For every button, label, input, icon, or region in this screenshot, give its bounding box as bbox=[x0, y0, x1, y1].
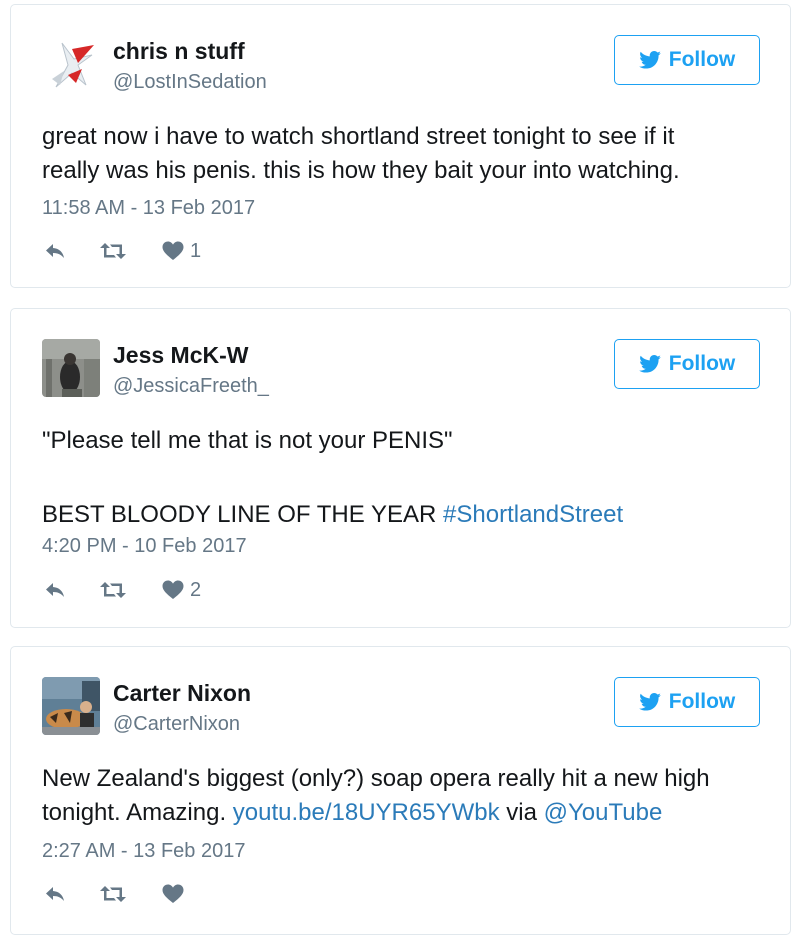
user-name[interactable]: Jess McK-W bbox=[113, 342, 248, 369]
like-button[interactable] bbox=[162, 884, 184, 904]
user-handle[interactable]: @JessicaFreeth_ bbox=[113, 375, 269, 398]
tweet-card: chris n stuff @LostInSedation Follow gre… bbox=[10, 4, 791, 288]
reply-button[interactable] bbox=[44, 581, 66, 599]
retweet-icon bbox=[100, 243, 126, 259]
tweet-text-span: via bbox=[499, 799, 544, 826]
tweet-text-line: tonight. Amazing. youtu.be/18UYR65YWbk v… bbox=[42, 796, 762, 830]
heart-icon bbox=[162, 884, 184, 903]
like-button[interactable]: 2 bbox=[162, 579, 201, 602]
tweet-actions: 1 bbox=[44, 238, 201, 264]
retweet-button[interactable] bbox=[100, 581, 126, 599]
tweet-text: great now i have to watch shortland stre… bbox=[42, 120, 762, 188]
follow-label: Follow bbox=[668, 690, 736, 713]
heart-icon bbox=[162, 241, 184, 260]
follow-button[interactable]: Follow bbox=[614, 35, 760, 85]
retweet-icon bbox=[100, 886, 126, 902]
user-handle[interactable]: @LostInSedation bbox=[113, 71, 267, 94]
timestamp[interactable]: 11:58 AM - 13 Feb 2017 bbox=[42, 197, 255, 220]
tweet-card: Carter Nixon @CarterNixon Follow New Zea… bbox=[10, 646, 791, 935]
tweet-text-line: New Zealand's biggest (only?) soap opera… bbox=[42, 765, 710, 792]
tweet-actions: 2 bbox=[44, 577, 201, 603]
tweet-text-line: great now i have to watch shortland stre… bbox=[42, 123, 675, 150]
tweet-actions bbox=[44, 881, 184, 907]
avatar[interactable] bbox=[42, 35, 100, 93]
heart-icon bbox=[162, 580, 184, 599]
follow-label: Follow bbox=[668, 48, 736, 71]
like-button[interactable]: 1 bbox=[162, 240, 201, 263]
tweet-text: "Please tell me that is not your PENIS" … bbox=[42, 424, 762, 532]
avatar[interactable] bbox=[42, 677, 100, 735]
twitter-bird-icon bbox=[638, 693, 661, 711]
follow-label: Follow bbox=[668, 352, 736, 375]
tweet-text-span: BEST BLOODY LINE OF THE YEAR bbox=[42, 501, 444, 528]
user-handle[interactable]: @CarterNixon bbox=[113, 713, 240, 736]
twitter-bird-icon bbox=[638, 51, 661, 69]
tweet-text: New Zealand's biggest (only?) soap opera… bbox=[42, 762, 762, 830]
timestamp[interactable]: 4:20 PM - 10 Feb 2017 bbox=[42, 535, 247, 558]
tweet-text-span: tonight. Amazing. bbox=[42, 799, 233, 826]
like-count: 2 bbox=[190, 578, 202, 601]
reply-icon bbox=[46, 887, 64, 901]
retweet-button[interactable] bbox=[100, 242, 126, 260]
avatar[interactable] bbox=[42, 339, 100, 397]
tweet-text-line: really was his penis. this is how they b… bbox=[42, 157, 680, 184]
reply-button[interactable] bbox=[44, 242, 66, 260]
url-link[interactable]: youtu.be/18UYR65YWbk bbox=[233, 799, 500, 826]
tweet-card: Jess McK-W @JessicaFreeth_ Follow "Pleas… bbox=[10, 308, 791, 628]
tweet-text-quote: "Please tell me that is not your PENIS" bbox=[42, 427, 453, 454]
user-name[interactable]: chris n stuff bbox=[113, 38, 245, 65]
twitter-bird-icon bbox=[638, 355, 661, 373]
retweet-icon bbox=[100, 582, 126, 598]
hashtag-link[interactable]: #ShortlandStreet bbox=[443, 501, 623, 528]
user-name[interactable]: Carter Nixon bbox=[113, 680, 251, 707]
follow-button[interactable]: Follow bbox=[614, 677, 760, 727]
reply-icon bbox=[46, 583, 64, 597]
like-count: 1 bbox=[190, 239, 202, 262]
reply-icon bbox=[46, 244, 64, 258]
timestamp[interactable]: 2:27 AM - 13 Feb 2017 bbox=[42, 840, 245, 863]
tweet-text-line: BEST BLOODY LINE OF THE YEAR #ShortlandS… bbox=[42, 498, 762, 532]
mention-link[interactable]: @YouTube bbox=[544, 799, 663, 826]
reply-button[interactable] bbox=[44, 885, 66, 903]
follow-button[interactable]: Follow bbox=[614, 339, 760, 389]
retweet-button[interactable] bbox=[100, 885, 126, 903]
